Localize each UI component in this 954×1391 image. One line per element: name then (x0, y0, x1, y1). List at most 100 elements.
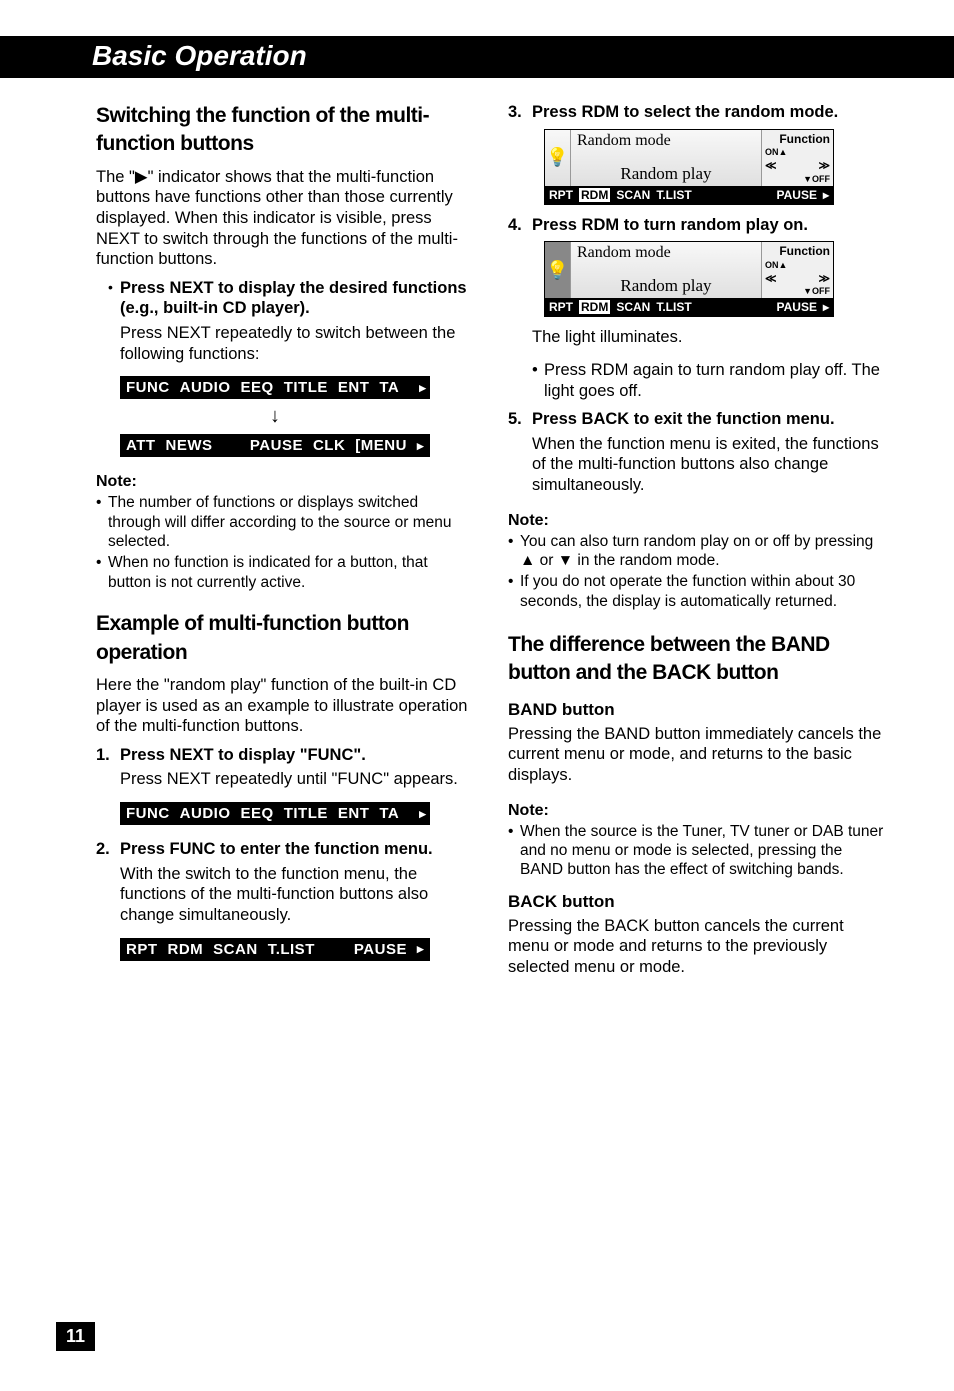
bullet-text: Press NEXT to display the desired functi… (120, 278, 472, 319)
lcd-att: ATT (126, 437, 156, 454)
right-column: 3. Press RDM to select the random mode. … (508, 102, 884, 986)
bullet-text: Press RDM again to turn random play off.… (544, 360, 884, 401)
step-number: 4. (508, 215, 532, 236)
lcd-bar-2: ATT NEWS PAUSE CLK [MENU ▸ (120, 434, 430, 457)
lcd-pause: PAUSE (354, 941, 407, 958)
bulb-icon: 💡 (545, 130, 571, 186)
back-subheading: BACK button (508, 892, 884, 912)
bottom-scan: SCAN (616, 188, 650, 202)
lcd-ent: ENT (338, 379, 370, 396)
back-paragraph: Pressing the BACK button cancels the cur… (508, 916, 884, 978)
heading-switching: Switching the function of the multi-func… (96, 102, 472, 159)
intro-paragraph: The "▶" indicator shows that the multi-f… (96, 167, 472, 270)
step-1-sub: Press NEXT repeatedly until "FUNC" appea… (120, 769, 472, 790)
step-text: Press RDM to turn random play on. (532, 215, 808, 236)
lcd-func: FUNC (126, 805, 170, 822)
step-1: 1. Press NEXT to display "FUNC". (96, 745, 472, 766)
lcd-menu: [MENU (355, 437, 407, 454)
page-number: 11 (56, 1322, 95, 1351)
bullet-dot: • (508, 532, 520, 571)
bullet-dot: • (96, 553, 108, 592)
step-number: 2. (96, 839, 120, 860)
off-indicator: ▼OFF (765, 286, 830, 296)
function-label: Function (765, 132, 830, 146)
heading-difference: The difference between the BAND button a… (508, 631, 884, 688)
note-item-2: • If you do not operate the function wit… (508, 572, 884, 611)
sub-paragraph: Press NEXT repeatedly to switch between … (120, 323, 472, 364)
lcd-news: NEWS (166, 437, 213, 454)
lcd-bar-1: FUNC AUDIO EEQ TITLE ENT TA ▸ (120, 376, 430, 399)
forward-icon: ≫ (818, 272, 830, 285)
step-number: 1. (96, 745, 120, 766)
step-3: 3. Press RDM to select the random mode. (508, 102, 884, 123)
off-indicator: ▼OFF (765, 174, 830, 184)
step-number: 5. (508, 409, 532, 430)
note-item-1: • The number of functions or displays sw… (96, 493, 472, 551)
example-intro: Here the "random play" function of the b… (96, 675, 472, 737)
step-5: 5. Press BACK to exit the function menu. (508, 409, 884, 430)
step-text: Press BACK to exit the function menu. (532, 409, 835, 430)
step-text: Press RDM to select the random mode. (532, 102, 838, 123)
lcd-scan: SCAN (213, 941, 258, 958)
next-arrow-icon: ▸ (419, 380, 426, 396)
step-5-sub: When the function menu is exited, the fu… (532, 434, 884, 496)
band-paragraph: Pressing the BAND button immediately can… (508, 724, 884, 786)
next-arrow-icon: ▸ (419, 806, 426, 822)
rewind-icon: ≪ (765, 272, 777, 285)
lcd-title: TITLE (284, 805, 328, 822)
screen-line-2: Random play (577, 164, 755, 184)
bullet-dot: • (508, 822, 520, 880)
note-item-2: • When no function is indicated for a bu… (96, 553, 472, 592)
left-column: Switching the function of the multi-func… (96, 102, 472, 986)
bottom-rdm-highlighted: RDM (579, 300, 610, 314)
step-number: 3. (508, 102, 532, 123)
screen-line-1: Random mode (577, 132, 755, 150)
function-label: Function (765, 244, 830, 258)
lcd-ta: TA (379, 379, 399, 396)
lcd-title: TITLE (284, 379, 328, 396)
lcd-eeq: EEQ (241, 379, 274, 396)
step-2: 2. Press FUNC to enter the function menu… (96, 839, 472, 860)
lcd-rdm: RDM (168, 941, 204, 958)
band-subheading: BAND button (508, 700, 884, 720)
next-arrow-icon: ▸ (417, 438, 424, 454)
step-4-bullet: • Press RDM again to turn random play of… (532, 360, 884, 401)
note-heading: Note: (508, 802, 884, 820)
lcd-pause: PAUSE (250, 437, 303, 454)
bottom-rdm-highlighted: RDM (579, 188, 610, 202)
bottom-pause: PAUSE (777, 188, 817, 202)
bottom-scan: SCAN (616, 300, 650, 314)
band-note: • When the source is the Tuner, TV tuner… (508, 822, 884, 880)
bullet-dot: • (108, 278, 120, 319)
note-item-1: • You can also turn random play on or of… (508, 532, 884, 571)
step-text: Press FUNC to enter the function menu. (120, 839, 433, 860)
lcd-ent: ENT (338, 805, 370, 822)
step-4-sub: The light illuminates. (532, 327, 884, 348)
note-text: When the source is the Tuner, TV tuner o… (520, 822, 884, 880)
display-screen-1: 💡 Random mode Random play Function ON▲ ≪… (544, 129, 834, 205)
bulb-icon-lit: 💡 (545, 242, 571, 298)
display-screen-2: 💡 Random mode Random play Function ON▲ ≪… (544, 241, 834, 317)
bullet-dot: • (96, 493, 108, 551)
note-text: You can also turn random play on or off … (520, 532, 884, 571)
step-4: 4. Press RDM to turn random play on. (508, 215, 884, 236)
step-2-sub: With the switch to the function menu, th… (120, 864, 472, 926)
bottom-tlist: T.LIST (656, 188, 691, 202)
lcd-audio: AUDIO (180, 379, 231, 396)
bullet-dot: • (532, 360, 544, 401)
on-indicator: ON▲ (765, 147, 830, 157)
note-text: If you do not operate the function withi… (520, 572, 884, 611)
lcd-clk: CLK (313, 437, 345, 454)
bottom-pause: PAUSE (777, 300, 817, 314)
bottom-tlist: T.LIST (656, 300, 691, 314)
bullet-press-next: • Press NEXT to display the desired func… (108, 278, 472, 319)
lcd-bar-4: RPT RDM SCAN T.LIST PAUSE ▸ (120, 938, 430, 961)
bottom-rpt: RPT (549, 300, 573, 314)
note-heading: Note: (508, 512, 884, 530)
on-indicator: ON▲ (765, 260, 830, 270)
lcd-func: FUNC (126, 379, 170, 396)
chapter-header: Basic Operation (0, 36, 954, 78)
lcd-eeq: EEQ (241, 805, 274, 822)
next-arrow-icon: ▸ (417, 941, 424, 957)
content-area: Switching the function of the multi-func… (0, 78, 954, 986)
